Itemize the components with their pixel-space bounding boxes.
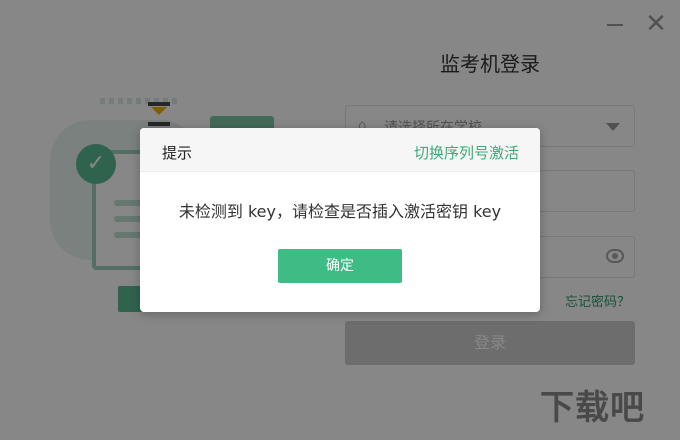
ok-button[interactable]: 确定 — [278, 249, 402, 283]
dialog-header: 提示 切换序列号激活 — [140, 128, 540, 172]
switch-serial-activation-link[interactable]: 切换序列号激活 — [414, 142, 519, 163]
prompt-dialog: 提示 切换序列号激活 未检测到 key，请检查是否插入激活密钥 key 确定 — [140, 128, 540, 312]
dialog-message: 未检测到 key，请检查是否插入激活密钥 key — [178, 202, 502, 221]
dialog-title: 提示 — [162, 144, 193, 162]
